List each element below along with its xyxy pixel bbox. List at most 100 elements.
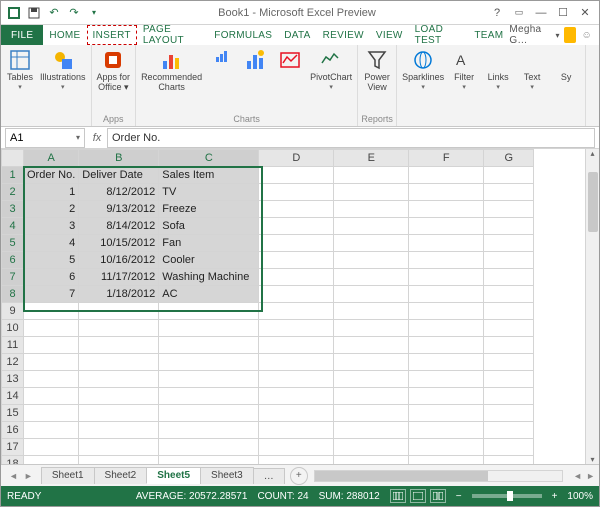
cell[interactable]: 8/14/2012 [79, 218, 159, 235]
ribbon-button[interactable]: Sy [549, 47, 583, 83]
ribbon-button[interactable]: Apps forOffice ▾ [94, 47, 134, 93]
cell[interactable] [484, 439, 534, 456]
row-header[interactable]: 11 [2, 337, 24, 354]
cell[interactable] [409, 456, 484, 465]
cell[interactable] [334, 320, 409, 337]
close-button[interactable]: ✕ [575, 4, 595, 22]
cell[interactable]: 5 [24, 252, 79, 269]
row-header[interactable]: 13 [2, 371, 24, 388]
excel-icon[interactable] [5, 4, 23, 22]
cell[interactable]: TV [159, 184, 259, 201]
cell[interactable] [334, 167, 409, 184]
sheet-tab[interactable]: Sheet2 [94, 467, 148, 484]
cell[interactable] [409, 405, 484, 422]
cell[interactable] [159, 320, 259, 337]
cell[interactable]: 8/12/2012 [79, 184, 159, 201]
cell[interactable] [409, 303, 484, 320]
cell[interactable] [484, 218, 534, 235]
cell[interactable] [79, 439, 159, 456]
cell[interactable] [484, 371, 534, 388]
cell[interactable] [79, 388, 159, 405]
horizontal-scroll-thumb[interactable] [315, 471, 488, 481]
tab-formulas[interactable]: FORMULAS [208, 25, 278, 45]
vertical-scroll-thumb[interactable] [588, 172, 598, 232]
qat-dropdown-icon[interactable]: ▾ [85, 4, 103, 22]
cell[interactable] [79, 371, 159, 388]
cell[interactable] [334, 235, 409, 252]
cell[interactable] [259, 167, 334, 184]
cell[interactable] [484, 303, 534, 320]
cell[interactable]: 2 [24, 201, 79, 218]
ribbon-button[interactable]: Illustrations▾ [37, 47, 89, 91]
column-header[interactable]: C [159, 150, 259, 167]
horizontal-scrollbar[interactable] [314, 470, 563, 482]
cell[interactable]: Cooler [159, 252, 259, 269]
cell[interactable]: Sales Item [159, 167, 259, 184]
cell[interactable] [79, 303, 159, 320]
tab-page-layout[interactable]: PAGE LAYOUT [137, 25, 208, 45]
ribbon-display-button[interactable]: ▭ [509, 4, 529, 22]
tab-insert[interactable]: INSERT [87, 25, 137, 45]
cell[interactable] [484, 184, 534, 201]
cell[interactable] [409, 320, 484, 337]
new-sheet-button[interactable]: + [290, 467, 308, 485]
cell[interactable] [484, 405, 534, 422]
sheet-nav-prev-icon[interactable]: ◄ [9, 471, 18, 481]
cell[interactable] [334, 371, 409, 388]
tab-team[interactable]: TEAM [468, 25, 509, 45]
cell[interactable] [259, 235, 334, 252]
column-header[interactable]: E [334, 150, 409, 167]
cell[interactable] [409, 354, 484, 371]
cell[interactable] [24, 456, 79, 465]
cell[interactable] [259, 405, 334, 422]
cell[interactable] [79, 405, 159, 422]
cell[interactable] [79, 422, 159, 439]
save-icon[interactable] [25, 4, 43, 22]
ribbon-button[interactable]: RecommendedCharts [138, 47, 205, 93]
row-header[interactable]: 7 [2, 269, 24, 286]
cell[interactable] [24, 320, 79, 337]
cell[interactable] [159, 456, 259, 465]
cell[interactable] [259, 201, 334, 218]
cell[interactable] [259, 303, 334, 320]
cell[interactable] [409, 286, 484, 303]
cell[interactable] [409, 235, 484, 252]
cell[interactable] [409, 371, 484, 388]
cell[interactable] [259, 439, 334, 456]
ribbon-button[interactable] [239, 47, 273, 73]
cell[interactable] [259, 388, 334, 405]
select-all-corner[interactable] [2, 150, 24, 167]
row-header[interactable]: 2 [2, 184, 24, 201]
cell[interactable] [334, 354, 409, 371]
cell[interactable] [334, 286, 409, 303]
name-box[interactable]: A1 ▾ [5, 128, 85, 148]
cell[interactable] [484, 286, 534, 303]
cell[interactable] [24, 337, 79, 354]
cell[interactable]: Fan [159, 235, 259, 252]
row-header[interactable]: 1 [2, 167, 24, 184]
tab-home[interactable]: HOME [43, 25, 86, 45]
vertical-scrollbar[interactable]: ▴ ▾ [585, 149, 599, 464]
zoom-level[interactable]: 100% [567, 491, 593, 502]
worksheet-grid[interactable]: ABCDEFG1Order No.Deliver DateSales Item2… [1, 149, 585, 464]
tab-file[interactable]: FILE [1, 25, 43, 45]
cell[interactable] [409, 167, 484, 184]
sheet-nav-next-icon[interactable]: ► [24, 471, 33, 481]
sheet-tab[interactable]: Sheet1 [41, 467, 95, 484]
view-normal-icon[interactable] [390, 489, 406, 503]
cell[interactable] [259, 371, 334, 388]
account-area[interactable]: Megha G… ▾ ☺ [509, 25, 599, 45]
cell[interactable]: Order No. [24, 167, 79, 184]
maximize-button[interactable]: ☐ [553, 4, 573, 22]
cell[interactable]: 4 [24, 235, 79, 252]
cell[interactable] [79, 337, 159, 354]
view-page-layout-icon[interactable] [410, 489, 426, 503]
cell[interactable] [159, 337, 259, 354]
cell[interactable] [159, 388, 259, 405]
cell[interactable] [259, 218, 334, 235]
cell[interactable] [24, 371, 79, 388]
scroll-left-icon[interactable]: ◄ [569, 471, 586, 481]
cell[interactable]: 9/13/2012 [79, 201, 159, 218]
cell[interactable] [334, 422, 409, 439]
cell[interactable] [259, 252, 334, 269]
